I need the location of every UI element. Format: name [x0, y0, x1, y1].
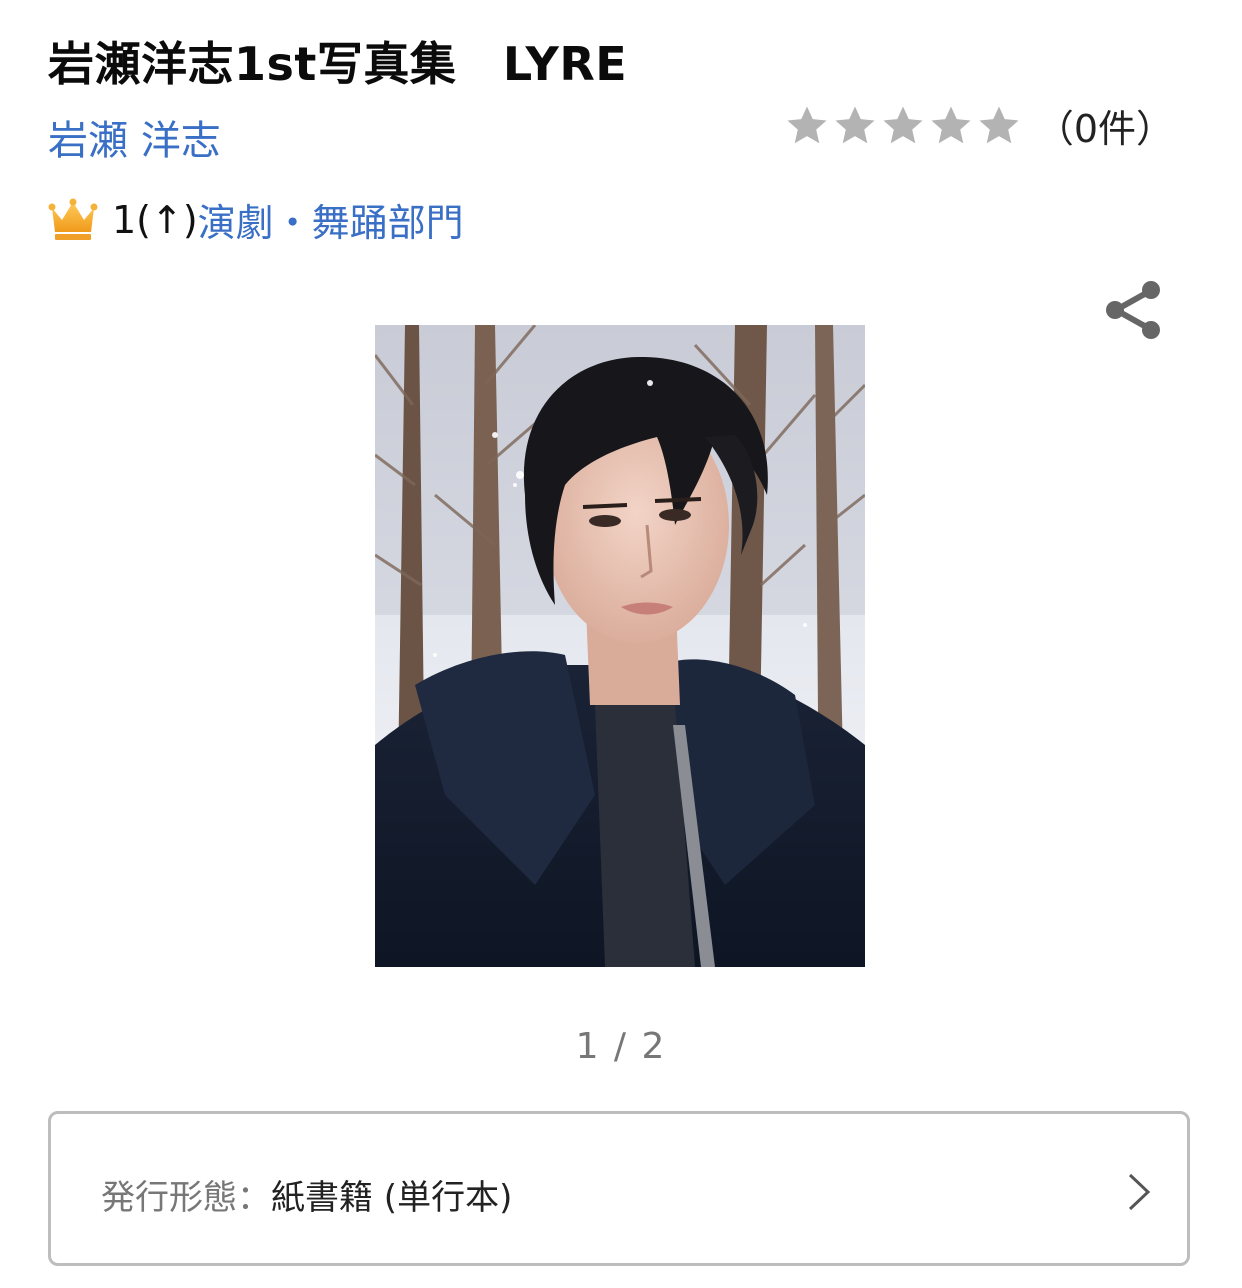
star-icon	[880, 103, 926, 149]
star-icon	[976, 103, 1022, 149]
product-cover-image[interactable]	[375, 325, 865, 967]
chevron-right-icon	[1127, 1172, 1151, 1212]
rating[interactable]: （0件）	[784, 98, 1174, 153]
star-icon	[784, 103, 830, 149]
gallery-pager: 1 / 2	[575, 1026, 667, 1067]
share-button[interactable]	[1102, 278, 1166, 342]
rank-number: 1(↑)	[112, 197, 198, 242]
author-link[interactable]: 岩瀬 洋志	[48, 108, 221, 166]
star-icon	[928, 103, 974, 149]
ranking-category-link[interactable]: 演劇・舞踊部門	[198, 192, 464, 247]
format-value: 紙書籍 (単行本)	[271, 1178, 513, 1218]
format-info: 発行形態：紙書籍 (単行本)	[101, 1170, 512, 1219]
star-icon	[832, 103, 878, 149]
format-selector[interactable]: 発行形態：紙書籍 (単行本)	[48, 1111, 1190, 1266]
review-count: （0件）	[1035, 107, 1174, 151]
share-icon	[1102, 281, 1166, 346]
ranking-row: 1(↑) 演劇・舞踊部門	[48, 192, 464, 247]
crown-icon	[48, 198, 98, 242]
format-label: 発行形態：	[101, 1178, 271, 1218]
page-title: 岩瀬洋志1st写真集 LYRE	[48, 37, 628, 91]
star-rating	[784, 103, 1022, 149]
